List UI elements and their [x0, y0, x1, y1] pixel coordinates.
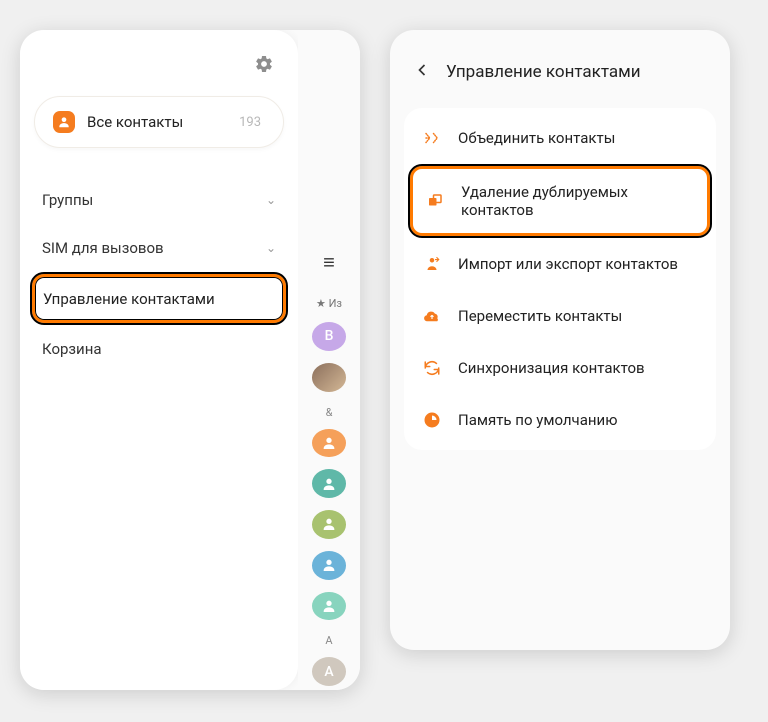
- avatar[interactable]: [312, 429, 346, 458]
- navigation-drawer: Все контакты 193 Группы ⌄ SIM для вызово…: [20, 30, 298, 690]
- favorites-section-label: ★ Из: [316, 297, 342, 310]
- option-label: Объединить контакты: [458, 129, 615, 147]
- settings-icon[interactable]: [254, 54, 274, 78]
- option-label: Память по умолчанию: [458, 411, 617, 429]
- menu-trash[interactable]: Корзина: [34, 325, 284, 373]
- all-contacts-pill[interactable]: Все контакты 193: [34, 96, 284, 148]
- import-export-icon: [422, 254, 442, 274]
- avatar[interactable]: A: [312, 657, 346, 686]
- avatar[interactable]: [312, 592, 346, 621]
- avatar[interactable]: [312, 551, 346, 580]
- avatar[interactable]: B: [312, 322, 346, 351]
- option-default-storage[interactable]: Память по умолчанию: [408, 394, 712, 446]
- options-card: Объединить контакты Удаление дублируемых…: [404, 108, 716, 450]
- section-header: A: [325, 634, 332, 647]
- storage-icon: [422, 410, 442, 430]
- contacts-list-peek: ≡ ★ Из B & A A: [298, 30, 360, 690]
- option-label: Импорт или экспорт контактов: [458, 255, 678, 273]
- menu-label: Корзина: [42, 340, 102, 358]
- option-remove-duplicates[interactable]: Удаление дублируемых контактов: [410, 166, 710, 236]
- person-icon: [53, 111, 75, 133]
- avatar[interactable]: [312, 363, 346, 392]
- back-icon[interactable]: [412, 60, 432, 84]
- chevron-down-icon: ⌄: [266, 193, 276, 207]
- option-import-export[interactable]: Импорт или экспорт контактов: [408, 238, 712, 290]
- option-label: Удаление дублируемых контактов: [461, 183, 695, 219]
- avatar[interactable]: [312, 510, 346, 539]
- screen-header: Управление контактами: [394, 44, 726, 108]
- avatar[interactable]: [312, 469, 346, 498]
- option-move-contacts[interactable]: Переместить контакты: [408, 290, 712, 342]
- menu-label: SIM для вызовов: [42, 239, 164, 257]
- option-label: Переместить контакты: [458, 307, 622, 325]
- page-title: Управление контактами: [446, 62, 641, 82]
- duplicate-icon: [425, 191, 445, 211]
- menu-label: Группы: [42, 191, 93, 209]
- menu-manage-contacts[interactable]: Управление контактами: [32, 274, 286, 323]
- merge-icon: [422, 128, 442, 148]
- section-header: &: [326, 406, 333, 419]
- option-sync-contacts[interactable]: Синхронизация контактов: [408, 342, 712, 394]
- hamburger-icon[interactable]: ≡: [323, 250, 335, 275]
- menu-groups[interactable]: Группы ⌄: [34, 176, 284, 224]
- contacts-drawer-screen: Все контакты 193 Группы ⌄ SIM для вызово…: [20, 30, 360, 690]
- menu-sim[interactable]: SIM для вызовов ⌄: [34, 224, 284, 272]
- all-contacts-label: Все контакты: [87, 113, 227, 131]
- menu-label: Управление контактами: [43, 290, 215, 308]
- option-label: Синхронизация контактов: [458, 359, 645, 377]
- sync-icon: [422, 358, 442, 378]
- manage-contacts-screen: Управление контактами Объединить контакт…: [390, 30, 730, 650]
- all-contacts-count: 193: [239, 115, 261, 130]
- chevron-down-icon: ⌄: [266, 241, 276, 255]
- option-merge-contacts[interactable]: Объединить контакты: [408, 112, 712, 164]
- cloud-upload-icon: [422, 306, 442, 326]
